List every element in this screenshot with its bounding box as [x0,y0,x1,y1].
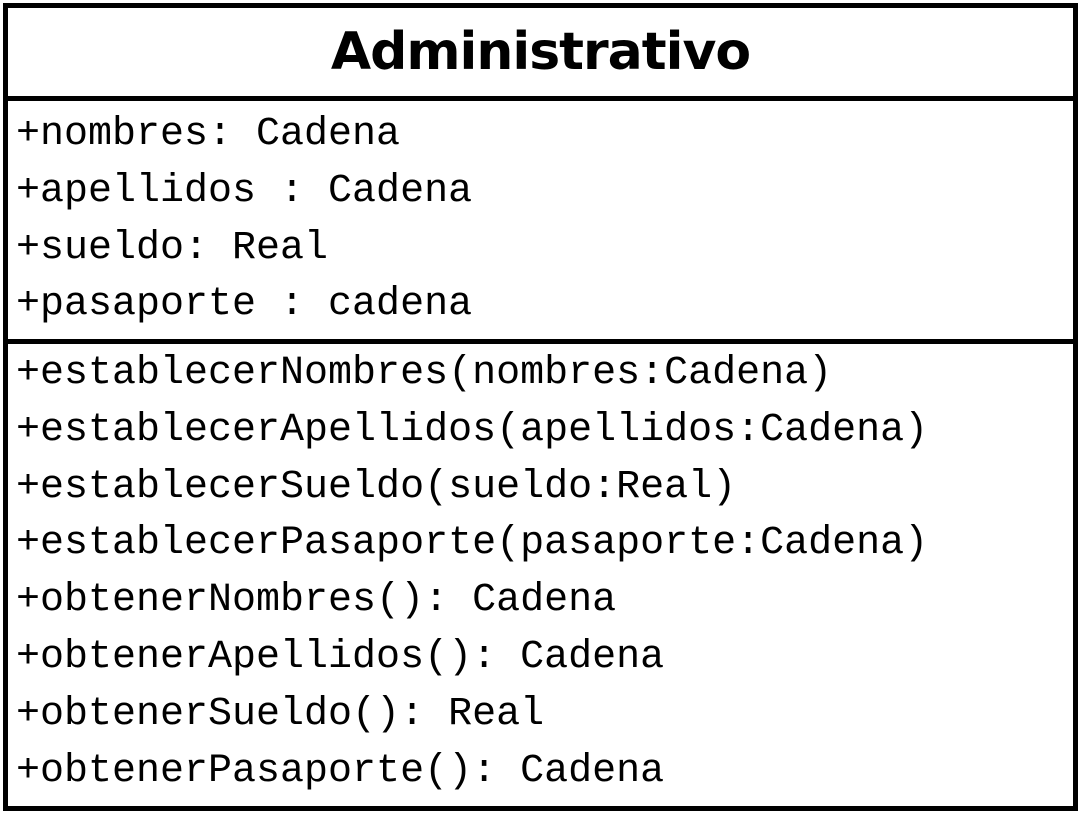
attribute-sueldo: +sueldo: Real [16,225,329,271]
attribute-nombres: +nombres: Cadena [16,112,401,157]
attribute-pasaporte: +pasaporte : cadena [16,282,473,328]
method-establecer-nombres: +establecerNombres(nombres:Cadena) [16,351,833,396]
attribute-apellidos: +apellidos : Cadena [16,168,473,214]
method-obtener-apellidos: +obtenerApellidos(): Cadena [16,634,665,680]
method-obtener-pasaporte: +obtenerPasaporte(): Cadena [16,748,665,794]
methods-compartment: +establecerNombres(nombres:Cadena) +esta… [8,344,1073,806]
method-establecer-sueldo: +establecerSueldo(sueldo:Real) [16,464,737,510]
attributes-compartment: +nombres: Cadena +apellidos : Cadena +su… [8,101,1073,344]
method-obtener-sueldo: +obtenerSueldo(): Real [16,691,545,737]
method-obtener-nombres: +obtenerNombres(): Cadena [16,578,617,624]
method-establecer-apellidos: +establecerApellidos(apellidos:Cadena) [16,407,929,453]
uml-class-box: Administrativo +nombres: Cadena +apellid… [3,3,1078,811]
method-establecer-pasaporte: +establecerPasaporte(pasaporte:Cadena) [16,521,929,567]
class-name: Administrativo [8,8,1073,101]
